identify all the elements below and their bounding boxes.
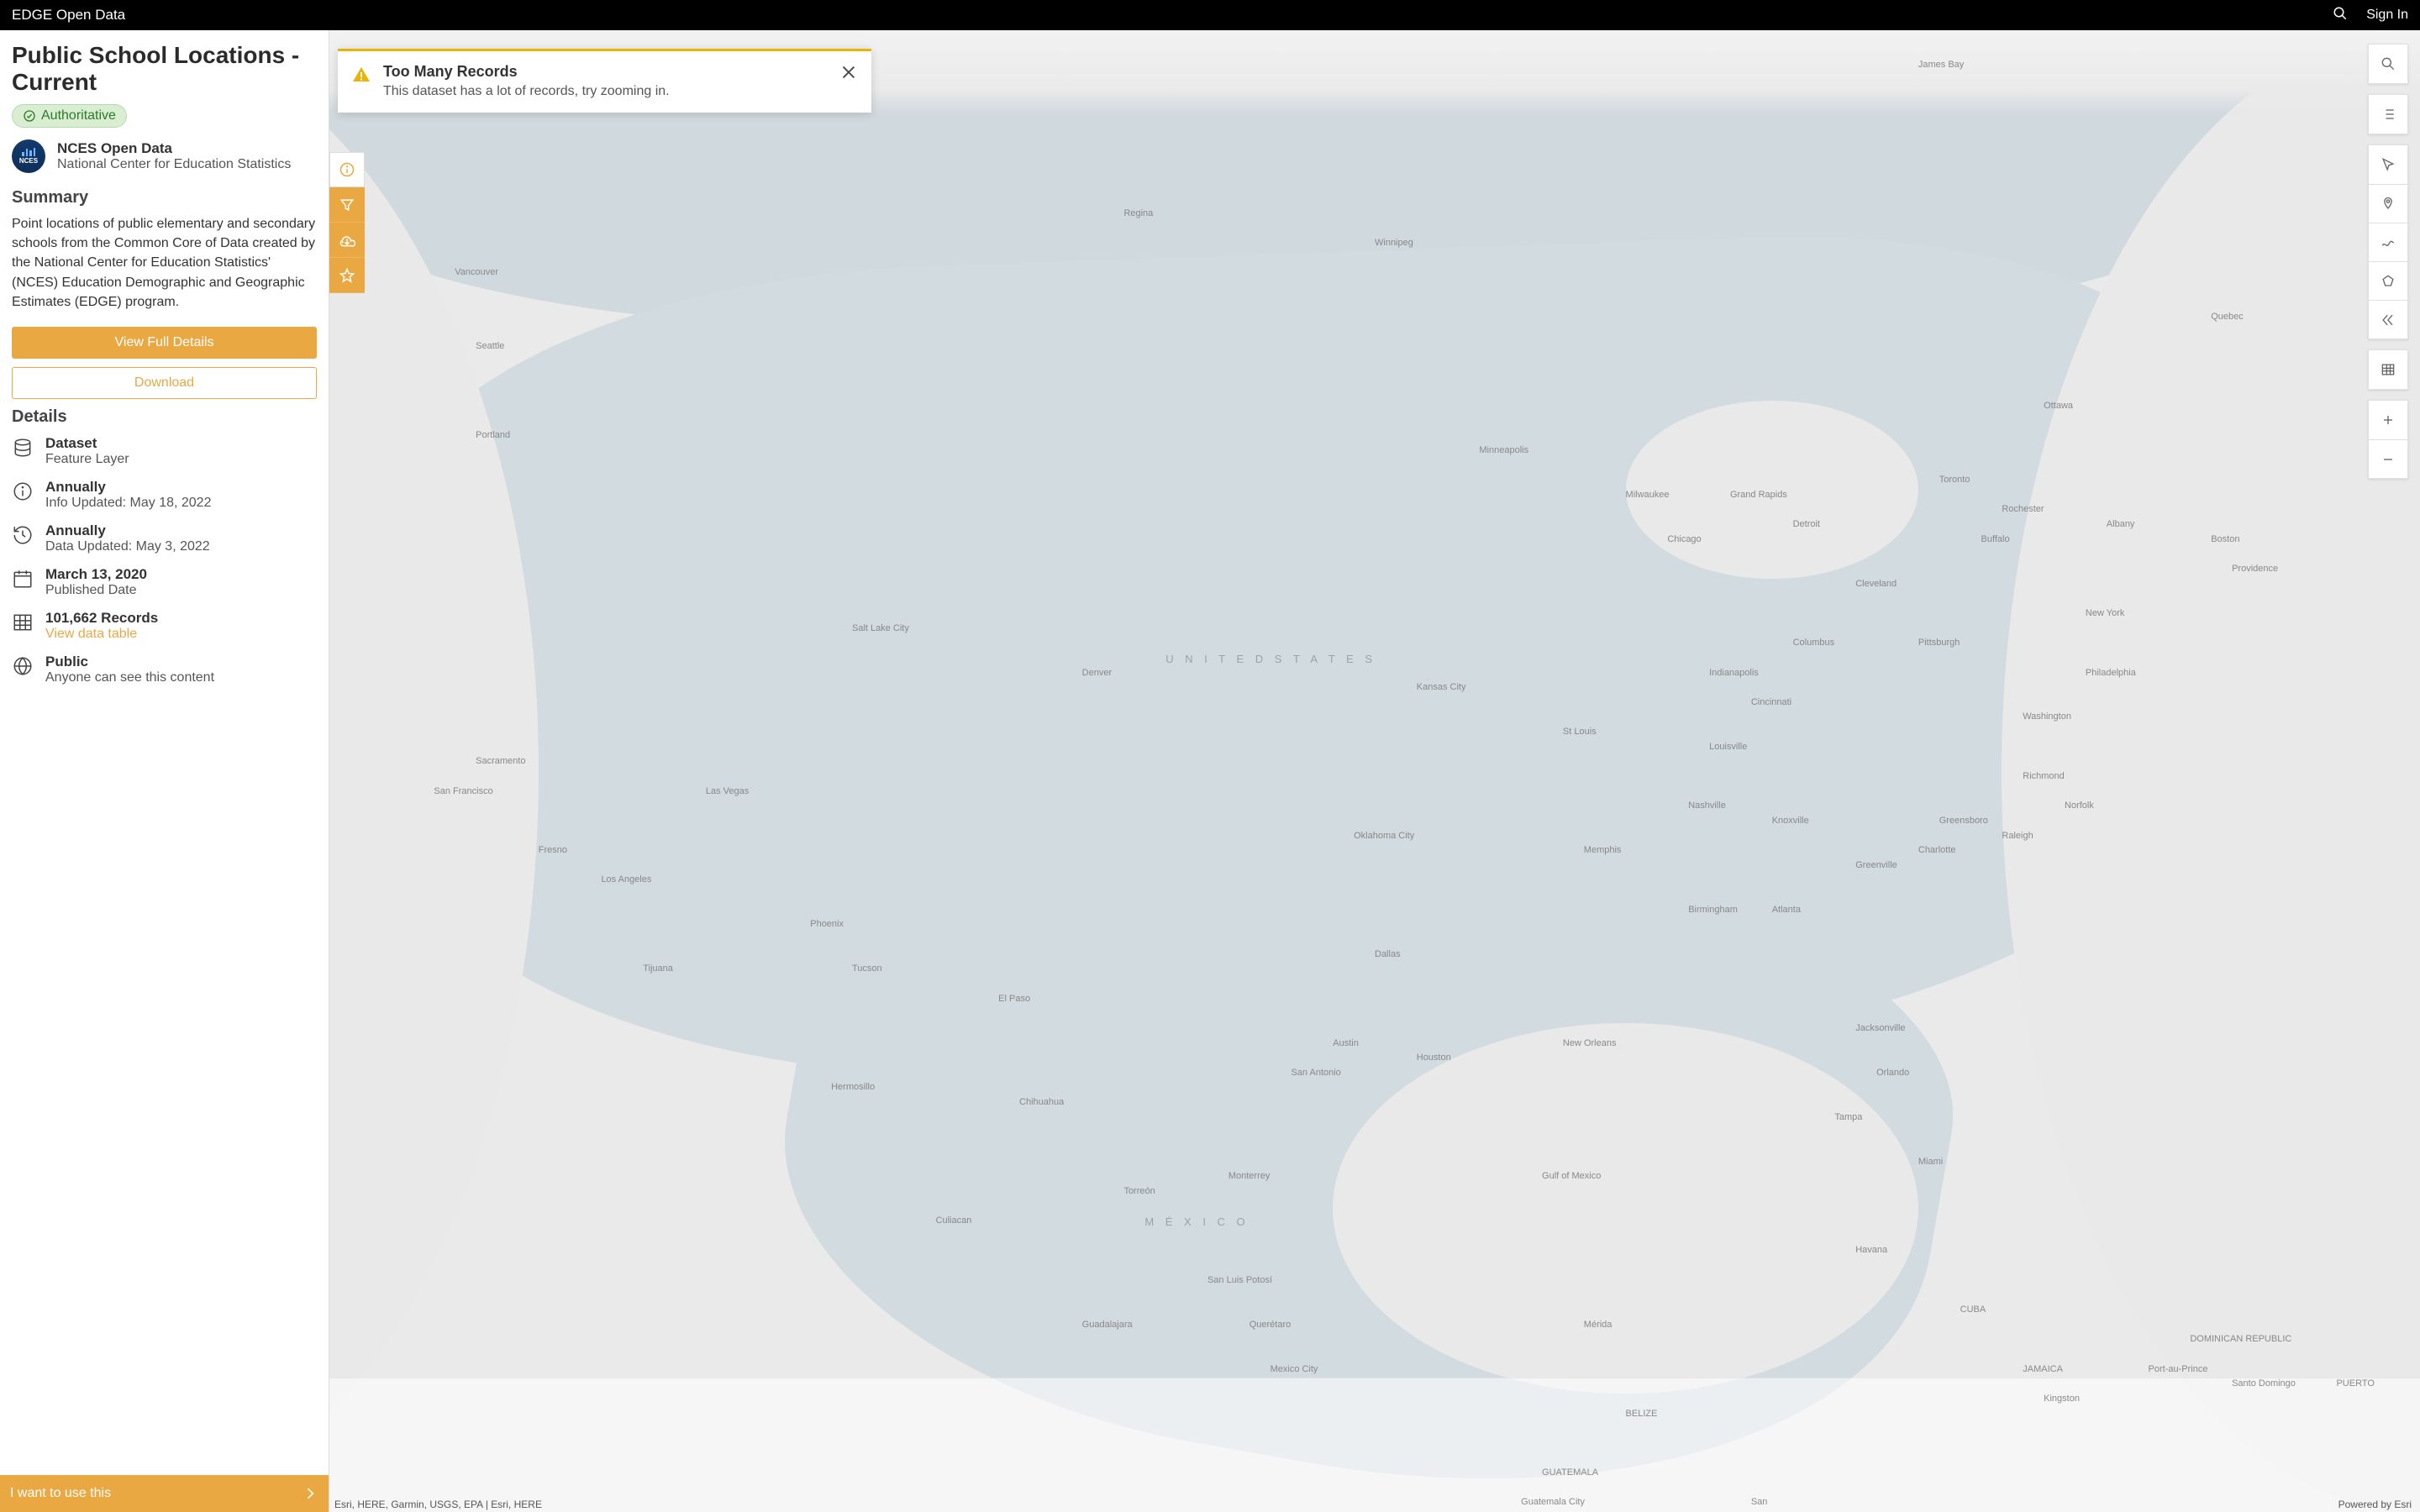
detail-public-sub: Anyone can see this content [45, 670, 214, 685]
country-label-mx: M É X I C O [1144, 1215, 1249, 1228]
map-label: CUBA [1960, 1305, 1986, 1315]
select-tool-button[interactable] [2369, 145, 2407, 184]
detail-dataset-title: Dataset [45, 435, 129, 452]
org-logo: NCES [12, 139, 45, 173]
favorite-tab-button[interactable] [329, 258, 365, 293]
info-tab-button[interactable] [329, 152, 365, 187]
detail-published-title: March 13, 2020 [45, 566, 147, 583]
chevron-right-icon [302, 1485, 318, 1502]
authoritative-badge: Authoritative [12, 104, 127, 128]
i-want-to-use-this-button[interactable]: I want to use this [0, 1475, 329, 1512]
left-toolbar [329, 152, 365, 293]
info-icon [12, 480, 34, 502]
detail-dataset-sub: Feature Layer [45, 452, 129, 467]
view-full-details-button[interactable]: View Full Details [12, 327, 317, 359]
detail-info-title: Annually [45, 479, 211, 496]
history-icon [12, 524, 34, 546]
detail-records-title: 101,662 Records [45, 610, 158, 627]
map-canvas[interactable]: U N I T E D S T A T E S M É X I C O Regi… [329, 30, 2420, 1512]
sidebar: Public School Locations - Current Author… [0, 30, 329, 1512]
org-name[interactable]: NCES Open Data [57, 140, 291, 157]
zoom-in-button[interactable] [2369, 401, 2407, 439]
layers-icon [12, 437, 34, 459]
warning-icon [351, 65, 371, 85]
map-attribution: Esri, HERE, Garmin, USGS, EPA | Esri, HE… [334, 1499, 542, 1510]
map[interactable]: U N I T E D S T A T E S M É X I C O Regi… [329, 30, 2420, 1512]
collapse-button[interactable] [2369, 300, 2407, 339]
zoom-out-button[interactable] [2369, 439, 2407, 478]
globe-icon [12, 655, 34, 677]
measure-tool-button[interactable] [2369, 223, 2407, 261]
brand-name[interactable]: EDGE Open Data [12, 7, 125, 24]
pin-tool-button[interactable] [2369, 184, 2407, 223]
legend-button[interactable] [2369, 95, 2407, 134]
detail-published-sub: Published Date [45, 583, 147, 598]
sign-in-link[interactable]: Sign In [2366, 8, 2408, 23]
shape-tool-button[interactable] [2369, 261, 2407, 300]
org-subtitle: National Center for Education Statistics [57, 157, 291, 172]
badge-label: Authoritative [41, 108, 116, 123]
close-icon[interactable] [839, 63, 858, 81]
summary-text: Point locations of public elementary and… [12, 214, 317, 312]
map-label: JAMAICA [2023, 1364, 2063, 1374]
detail-public-title: Public [45, 654, 214, 670]
alert-body: This dataset has a lot of records, try z… [383, 84, 670, 99]
download-button[interactable]: Download [12, 367, 317, 399]
use-this-label: I want to use this [10, 1486, 111, 1501]
table-icon [12, 612, 34, 633]
summary-heading: Summary [12, 188, 317, 207]
app-header: EDGE Open Data Sign In [0, 0, 2420, 30]
map-search-button[interactable] [2369, 45, 2407, 83]
detail-data-title: Annually [45, 522, 210, 539]
attribute-table-button[interactable] [2369, 350, 2407, 389]
search-icon[interactable] [2333, 6, 2348, 25]
page-title: Public School Locations - Current [12, 42, 317, 96]
map-label: Seattle [476, 341, 504, 351]
download-tab-button[interactable] [329, 223, 365, 258]
alert-title: Too Many Records [383, 63, 670, 81]
powered-by[interactable]: Powered by Esri [2338, 1499, 2412, 1510]
calendar-icon [12, 568, 34, 590]
detail-data-sub: Data Updated: May 3, 2022 [45, 539, 210, 554]
view-data-table-link[interactable]: View data table [45, 627, 158, 642]
too-many-records-alert: Too Many Records This dataset has a lot … [338, 49, 871, 113]
filter-tab-button[interactable] [329, 187, 365, 223]
check-circle-icon [23, 109, 36, 123]
country-label-us: U N I T E D S T A T E S [1165, 653, 1376, 665]
details-heading: Details [12, 407, 317, 427]
right-map-controls [2368, 44, 2408, 479]
detail-info-sub: Info Updated: May 18, 2022 [45, 496, 211, 511]
